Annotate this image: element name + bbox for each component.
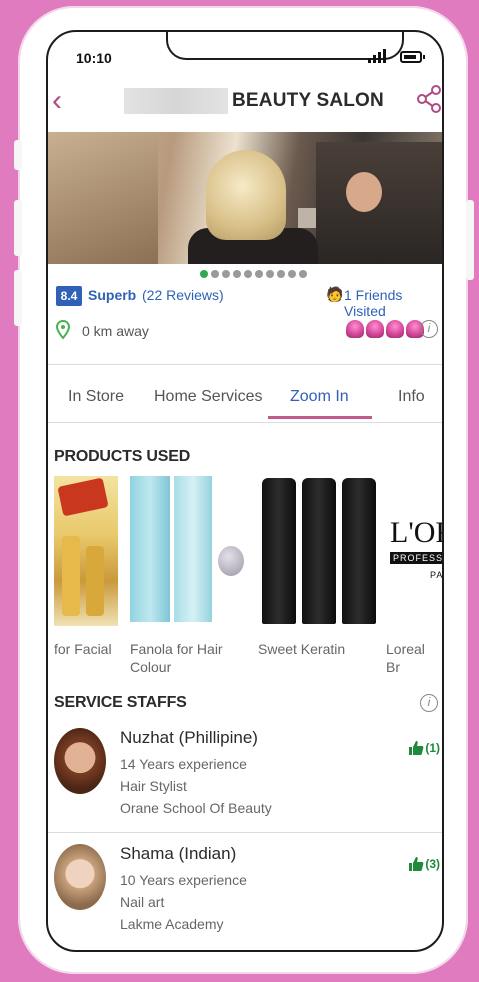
- product-caption: Sweet Keratin: [258, 641, 346, 657]
- divider: [48, 832, 442, 833]
- thumbs-up-icon: [409, 741, 424, 755]
- info-icon[interactable]: i: [420, 694, 438, 712]
- product-image[interactable]: [130, 476, 246, 626]
- divider: [48, 422, 442, 423]
- staff-school: Lakme Academy: [120, 916, 224, 932]
- staff-school: Orane School Of Beauty: [120, 800, 272, 816]
- phone-side-button: [14, 140, 22, 170]
- salon-hero-image[interactable]: [48, 132, 442, 264]
- cupcake-icon: [386, 320, 404, 338]
- blurred-salon-name: [124, 88, 228, 114]
- staff-experience: 10 Years experience: [120, 872, 247, 888]
- tab-zoom-in[interactable]: Zoom In: [290, 388, 349, 406]
- cupcake-rating: [346, 320, 424, 338]
- tab-in-store[interactable]: In Store: [68, 388, 124, 406]
- app-header: ‹ BEAUTY SALON: [48, 82, 442, 128]
- cupcake-icon: [346, 320, 364, 338]
- like-button[interactable]: (3): [408, 856, 440, 872]
- rating-label: Superb: [88, 287, 137, 303]
- tab-info[interactable]: Info: [398, 388, 425, 406]
- back-arrow-icon[interactable]: ‹: [52, 84, 62, 118]
- status-time: 10:10: [76, 50, 112, 66]
- like-count: (3): [425, 857, 440, 871]
- staff-name: Shama (Indian): [120, 844, 237, 863]
- like-count: (1): [425, 741, 440, 755]
- distance-row: 0 km away i: [56, 320, 442, 344]
- signal-icon: [368, 49, 386, 63]
- phone-side-button: [466, 200, 474, 280]
- friends-visited-link[interactable]: 1 Friends Visited: [344, 287, 442, 319]
- active-tab-indicator: [268, 416, 372, 419]
- staff-role: Nail art: [120, 894, 165, 910]
- tab-home-services[interactable]: Home Services: [154, 388, 262, 406]
- staff-section-title: SERVICE STAFFS: [54, 694, 187, 711]
- brand-logo-text: L'OR: [390, 516, 442, 549]
- info-icon[interactable]: i: [420, 320, 438, 338]
- staff-name: Nuzhat (Phillipine): [120, 728, 258, 747]
- products-carousel[interactable]: L'OR PROFESS PA: [48, 476, 444, 626]
- location-pin-icon: [56, 320, 70, 340]
- reviews-link[interactable]: (22 Reviews): [142, 287, 224, 303]
- battery-icon: [400, 51, 425, 63]
- avatar: [54, 728, 106, 794]
- page-title: BEAUTY SALON: [232, 90, 384, 111]
- staff-row[interactable]: Shama (Indian) 10 Years experience Nail …: [48, 834, 442, 946]
- rating-row: 8.4 Superb (22 Reviews) 🧑 1 Friends Visi…: [56, 284, 442, 319]
- products-section-title: PRODUCTS USED: [54, 448, 191, 465]
- app-screen: 10:10 ‹ BEAUTY SALON 8.4 Superb (22 Revi…: [46, 30, 444, 952]
- product-caption: Fanola for Hair Colour: [130, 641, 223, 675]
- thumbs-up-icon: [409, 857, 424, 871]
- carousel-dots[interactable]: [200, 270, 307, 278]
- like-button[interactable]: (1): [408, 740, 440, 756]
- divider: [48, 364, 442, 365]
- product-caption: Loreal Br: [386, 641, 425, 675]
- staff-row[interactable]: Nuzhat (Phillipine) 14 Years experience …: [48, 718, 442, 830]
- cupcake-icon: [366, 320, 384, 338]
- phone-side-button: [14, 200, 22, 256]
- avatar: [54, 844, 106, 910]
- rating-score-badge: 8.4: [56, 286, 82, 306]
- share-icon[interactable]: [416, 84, 442, 114]
- tab-bar: In Store Home Services Zoom In Info: [48, 374, 442, 420]
- product-caption: for Facial: [54, 641, 112, 657]
- distance-text: 0 km away: [82, 323, 149, 339]
- staff-experience: 14 Years experience: [120, 756, 247, 772]
- brand-logo-text: PA: [430, 570, 444, 580]
- staff-role: Hair Stylist: [120, 778, 187, 794]
- product-image[interactable]: [258, 476, 378, 626]
- product-image[interactable]: L'OR PROFESS PA: [388, 476, 444, 626]
- product-image[interactable]: [54, 476, 118, 626]
- phone-side-button: [14, 270, 22, 326]
- friend-icon: 🧑: [326, 286, 344, 302]
- brand-logo-text: PROFESS: [390, 552, 442, 564]
